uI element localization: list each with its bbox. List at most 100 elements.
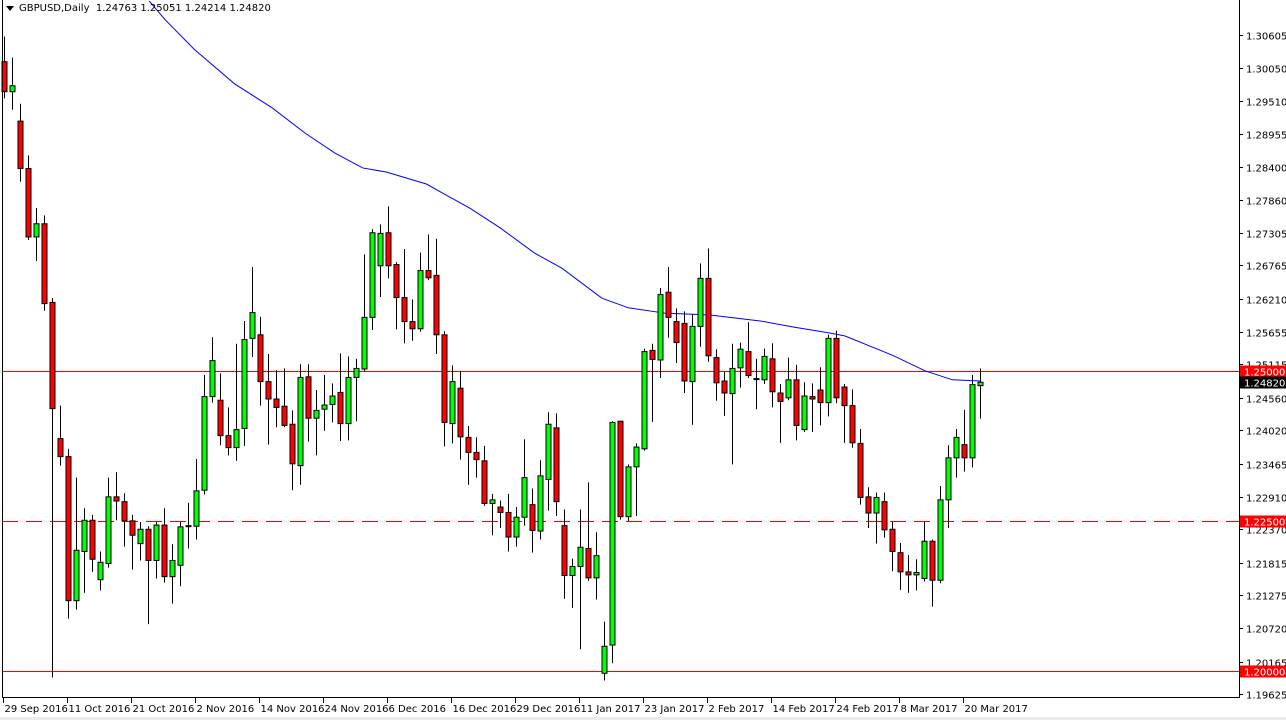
bull-candle-body bbox=[417, 270, 424, 330]
candle bbox=[41, 215, 48, 311]
price-chart[interactable]: 1.30605 1.30050 1.29510 1.28955 1.28400 1.278… bbox=[0, 0, 1286, 720]
bear-candle-body bbox=[113, 496, 120, 502]
bull-candle-body bbox=[137, 528, 144, 545]
bull-candle-body bbox=[201, 396, 208, 491]
bear-candle-body bbox=[481, 460, 488, 504]
bull-candle-body bbox=[577, 546, 584, 567]
candle bbox=[969, 375, 976, 468]
candle bbox=[609, 421, 616, 664]
bull-candle-body bbox=[377, 232, 384, 267]
time-tick-label: 21 Oct 2016 bbox=[133, 704, 195, 715]
bear-candle-body bbox=[841, 386, 848, 407]
dropdown-triangle-icon[interactable] bbox=[6, 5, 14, 11]
bull-candle-body bbox=[513, 516, 520, 538]
price-tick-label: 1.30605 bbox=[1246, 32, 1286, 43]
bear-candle-body bbox=[273, 398, 280, 408]
bull-candle-body bbox=[753, 378, 760, 381]
bear-candle-body bbox=[393, 264, 400, 299]
price-tick-label: 1.28400 bbox=[1246, 164, 1286, 175]
bull-candle-body bbox=[569, 565, 576, 576]
bull-candle-body bbox=[913, 571, 920, 576]
bull-candle-body bbox=[329, 395, 336, 405]
bear-candle-body bbox=[673, 321, 680, 344]
price-tick-label: 1.27860 bbox=[1246, 197, 1286, 208]
time-tick-label: 23 Jan 2017 bbox=[645, 704, 705, 715]
bull-candle-body bbox=[241, 339, 248, 429]
chart-header: GBPUSD,Daily 1.24763 1.25051 1.24214 1.2… bbox=[6, 3, 271, 14]
bull-candle-body bbox=[321, 404, 328, 410]
price-tick-label: 1.25655 bbox=[1246, 329, 1286, 340]
bear-candle-body bbox=[401, 297, 408, 323]
time-tick-label: 20 Mar 2017 bbox=[965, 704, 1028, 715]
bear-candle-body bbox=[793, 379, 800, 426]
candle bbox=[369, 229, 376, 330]
time-tick-label: 2 Feb 2017 bbox=[709, 704, 765, 715]
bear-candle-body bbox=[289, 423, 296, 465]
price-tick-label: 1.20720 bbox=[1246, 625, 1286, 636]
bear-candle-body bbox=[257, 334, 264, 383]
bear-candle-body bbox=[433, 274, 440, 336]
bear-candle-body bbox=[553, 427, 560, 503]
bear-candle-body bbox=[745, 351, 752, 377]
symbol-timeframe: GBPUSD,Daily bbox=[19, 3, 90, 14]
bull-candle-body bbox=[969, 384, 976, 459]
bear-candle-body bbox=[809, 396, 816, 400]
bull-candle-body bbox=[177, 526, 184, 566]
bull-candle-body bbox=[729, 367, 736, 395]
bull-candle-body bbox=[73, 549, 80, 602]
bull-candle-body bbox=[209, 360, 216, 398]
price-tick-label: 1.23465 bbox=[1246, 461, 1286, 472]
bull-candle-body bbox=[953, 436, 960, 459]
bull-candle-body bbox=[625, 466, 632, 518]
candle bbox=[617, 420, 624, 520]
bear-candle-body bbox=[817, 389, 824, 404]
level-label: 1.20000 bbox=[1244, 668, 1285, 679]
bull-candle-body bbox=[593, 555, 600, 579]
price-tick-label: 1.27305 bbox=[1246, 230, 1286, 241]
bear-candle-body bbox=[705, 277, 712, 357]
price-tick-label: 1.21275 bbox=[1246, 592, 1286, 603]
price-tick-label: 1.24560 bbox=[1246, 395, 1286, 406]
bear-candle-body bbox=[881, 501, 888, 531]
ohlc-readout: 1.24763 1.25051 1.24214 1.24820 bbox=[95, 3, 271, 14]
bull-candle-body bbox=[977, 381, 984, 387]
bull-candle-body bbox=[81, 519, 88, 552]
bear-candle-body bbox=[17, 120, 24, 170]
candle bbox=[681, 311, 688, 394]
bull-candle-body bbox=[521, 477, 528, 518]
bull-candle-body bbox=[601, 645, 608, 674]
bear-candle-body bbox=[161, 524, 168, 578]
price-tick-label: 1.30050 bbox=[1246, 65, 1286, 76]
bull-candle-body bbox=[937, 499, 944, 581]
bear-candle-body bbox=[585, 547, 592, 579]
bear-candle-body bbox=[41, 223, 48, 305]
price-tick-label: 1.28955 bbox=[1246, 131, 1286, 142]
candle bbox=[833, 330, 840, 404]
bull-candle-body bbox=[249, 312, 256, 339]
bear-candle-body bbox=[457, 387, 464, 438]
bull-candle-body bbox=[761, 355, 768, 381]
bear-candle-body bbox=[961, 444, 968, 459]
bear-candle-body bbox=[905, 571, 912, 576]
bear-candle-body bbox=[649, 349, 656, 360]
bull-candle-body bbox=[921, 540, 928, 579]
price-tick-label: 1.29510 bbox=[1246, 98, 1286, 109]
bear-candle-body bbox=[769, 358, 776, 393]
bear-candle-body bbox=[561, 525, 568, 576]
bull-candle-body bbox=[153, 524, 160, 561]
bull-candle-body bbox=[169, 559, 176, 578]
bear-candle-body bbox=[441, 334, 448, 423]
bear-candle-body bbox=[129, 520, 136, 536]
bull-candle-body bbox=[233, 429, 240, 449]
bull-candle-body bbox=[633, 446, 640, 468]
time-tick-label: 14 Nov 2016 bbox=[261, 704, 325, 715]
bear-candle-body bbox=[681, 322, 688, 382]
top-mask bbox=[0, 0, 1286, 1]
bull-candle-body bbox=[345, 376, 352, 425]
candle bbox=[625, 464, 632, 521]
bull-candle-body bbox=[185, 525, 192, 528]
candle bbox=[937, 486, 944, 584]
bull-candle-body bbox=[689, 325, 696, 383]
bull-candle-body bbox=[657, 294, 664, 361]
bear-candle-body bbox=[497, 506, 504, 513]
